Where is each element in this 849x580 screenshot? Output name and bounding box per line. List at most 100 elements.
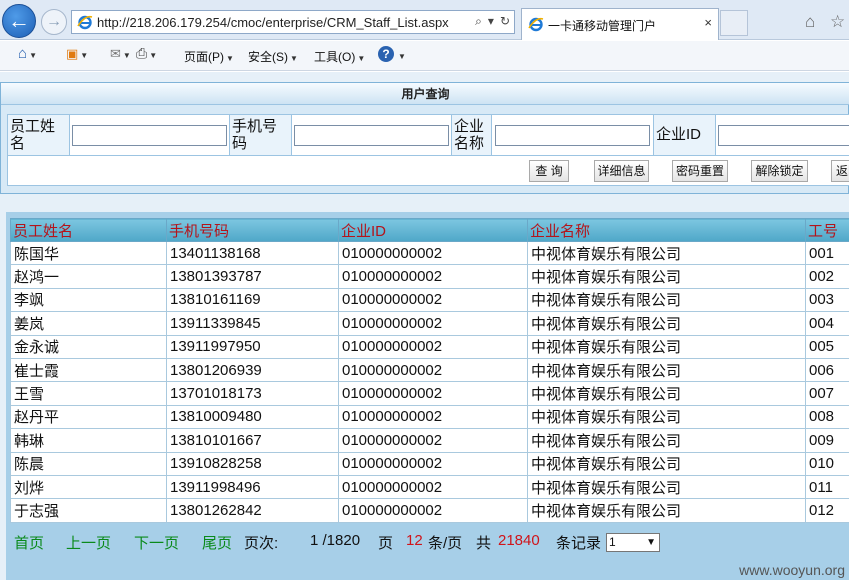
table-cell: 002 bbox=[805, 264, 849, 289]
table-cell: 011 bbox=[805, 474, 849, 500]
prev-page-link[interactable]: 上一页 bbox=[66, 532, 111, 553]
company-name-cell bbox=[492, 115, 654, 155]
unlock-button[interactable]: 解除锁定 bbox=[751, 160, 808, 182]
table-row[interactable]: 于志强 13801262842 010000000002 中视体育娱乐有限公司 012 bbox=[10, 498, 849, 523]
phone-cell bbox=[292, 115, 452, 155]
table-row[interactable]: 陈晨 13910828258 010000000002 中视体育娱乐有限公司 010 bbox=[10, 451, 849, 476]
column-header[interactable]: 企业ID bbox=[338, 218, 528, 242]
print-icon[interactable]: ⎙ ▼ bbox=[136, 45, 157, 62]
home-icon[interactable]: ⌂ ▼ bbox=[18, 45, 37, 62]
table-cell: 13801206939 bbox=[166, 357, 339, 383]
table-cell: 13801262842 bbox=[166, 498, 339, 523]
staff-grid-panel: 员工姓名 手机号码 企业ID 企业名称 工号 陈国华 13401138168 010… bbox=[6, 212, 849, 580]
column-header[interactable]: 手机号码 bbox=[166, 218, 339, 242]
table-cell: 13810009480 bbox=[166, 404, 339, 430]
next-page-link[interactable]: 下一页 bbox=[134, 532, 179, 553]
table-row[interactable]: 姜岚 13911339845 010000000002 中视体育娱乐有限公司 004 bbox=[10, 311, 849, 336]
table-cell: 007 bbox=[805, 381, 849, 406]
table-cell: 韩琳 bbox=[10, 428, 167, 453]
table-cell: 010 bbox=[805, 451, 849, 476]
table-cell: 13910828258 bbox=[166, 451, 339, 476]
employee-name-cell bbox=[70, 115, 230, 155]
search-icon[interactable]: ⌕ bbox=[475, 14, 482, 29]
per-page-count: 12 bbox=[406, 532, 423, 549]
table-cell: 006 bbox=[805, 357, 849, 383]
company-id-cell bbox=[716, 115, 849, 155]
page-menu[interactable]: 页面(P) ▼ bbox=[184, 48, 234, 65]
ie-logo-icon bbox=[77, 15, 93, 30]
home-icon[interactable]: ⌂ bbox=[805, 12, 815, 32]
company-id-input[interactable] bbox=[718, 125, 849, 146]
page-label: 页次: bbox=[244, 535, 279, 552]
table-cell: 010000000002 bbox=[338, 240, 528, 266]
total-label: 共 bbox=[476, 535, 492, 552]
table-cell: 中视体育娱乐有限公司 bbox=[527, 334, 806, 359]
table-cell: 005 bbox=[805, 334, 849, 359]
table-cell: 刘烨 bbox=[10, 474, 167, 500]
details-button[interactable]: 详细信息 bbox=[594, 160, 649, 182]
table-cell: 中视体育娱乐有限公司 bbox=[527, 240, 806, 266]
per-page-unit: 条/页 bbox=[428, 535, 463, 552]
column-header[interactable]: 工号 bbox=[805, 218, 849, 242]
table-row[interactable]: 刘烨 13911998496 010000000002 中视体育娱乐有限公司 011 bbox=[10, 474, 849, 500]
close-icon[interactable]: × bbox=[704, 15, 712, 30]
company-name-input[interactable] bbox=[495, 125, 650, 146]
back-arrow-icon: ← bbox=[8, 8, 30, 33]
table-cell: 010000000002 bbox=[338, 264, 528, 289]
table-cell: 中视体育娱乐有限公司 bbox=[527, 381, 806, 406]
table-row[interactable]: 李飒 13810161169 010000000002 中视体育娱乐有限公司 003 bbox=[10, 287, 849, 313]
refresh-icon[interactable]: ↻ bbox=[500, 14, 510, 29]
back-button[interactable]: ← bbox=[2, 4, 36, 38]
dropdown-icon[interactable]: ▾ bbox=[488, 14, 494, 29]
table-cell: 13911339845 bbox=[166, 311, 339, 336]
table-cell: 010000000002 bbox=[338, 311, 528, 336]
employee-name-input[interactable] bbox=[72, 125, 227, 146]
query-row: 员工姓名 手机号码 企业名称 企业ID bbox=[7, 114, 849, 156]
table-cell: 004 bbox=[805, 311, 849, 336]
page-select[interactable]: 1 ▼ bbox=[606, 533, 660, 552]
page-content: 用户查询 员工姓名 手机号码 企业名称 企业ID 查 询 详细信息 密码重置 解… bbox=[0, 72, 849, 580]
favorites-star-icon[interactable]: ☆ bbox=[830, 12, 845, 32]
phone-input[interactable] bbox=[294, 125, 449, 146]
help-dropdown[interactable]: ▼ bbox=[396, 48, 406, 62]
table-row[interactable]: 陈国华 13401138168 010000000002 中视体育娱乐有限公司 001 bbox=[10, 240, 849, 266]
page-info: 1 /1820 bbox=[310, 532, 361, 549]
browser-tab-active[interactable]: 一卡通移动管理门户 × bbox=[521, 8, 719, 40]
mail-icon[interactable]: ✉ ▼ bbox=[110, 46, 131, 62]
table-row[interactable]: 崔士霞 13801206939 010000000002 中视体育娱乐有限公司 006 bbox=[10, 357, 849, 383]
table-cell: 中视体育娱乐有限公司 bbox=[527, 311, 806, 336]
ie-logo-icon bbox=[528, 17, 544, 32]
address-bar[interactable]: http://218.206.179.254/cmoc/enterprise/C… bbox=[71, 10, 515, 34]
tools-menu[interactable]: 工具(O) ▼ bbox=[314, 48, 365, 65]
browser-titlebar: ← → http://218.206.179.254/cmoc/enterpri… bbox=[0, 0, 849, 40]
rss-feeds-icon[interactable]: ▣ ▼ bbox=[66, 46, 88, 62]
table-cell: 中视体育娱乐有限公司 bbox=[527, 404, 806, 430]
forward-button[interactable]: → bbox=[41, 9, 67, 35]
reset-password-button[interactable]: 密码重置 bbox=[672, 160, 728, 182]
url-text[interactable]: http://218.206.179.254/cmoc/enterprise/C… bbox=[97, 15, 449, 30]
table-row[interactable]: 韩琳 13810101667 010000000002 中视体育娱乐有限公司 009 bbox=[10, 428, 849, 453]
safety-menu[interactable]: 安全(S) ▼ bbox=[248, 48, 298, 65]
table-cell: 010000000002 bbox=[338, 381, 528, 406]
back-button[interactable]: 返回 bbox=[831, 160, 849, 182]
table-cell: 010000000002 bbox=[338, 428, 528, 453]
chevron-down-icon: ▼ bbox=[646, 537, 656, 548]
column-header[interactable]: 员工姓名 bbox=[10, 218, 167, 242]
first-page-link[interactable]: 首页 bbox=[14, 532, 44, 553]
last-page-link[interactable]: 尾页 bbox=[202, 532, 232, 553]
table-row[interactable]: 赵丹平 13810009480 010000000002 中视体育娱乐有限公司 008 bbox=[10, 404, 849, 430]
column-header[interactable]: 企业名称 bbox=[527, 218, 806, 242]
table-cell: 009 bbox=[805, 428, 849, 453]
table-cell: 010000000002 bbox=[338, 287, 528, 313]
table-row[interactable]: 王雪 13701018173 010000000002 中视体育娱乐有限公司 007 bbox=[10, 381, 849, 406]
pager: 首页 上一页 下一页 尾页 页次: 1 /1820 页 12 条/页 共 218… bbox=[10, 530, 849, 556]
table-row[interactable]: 赵鸿一 13801393787 010000000002 中视体育娱乐有限公司 002 bbox=[10, 264, 849, 289]
new-tab-button[interactable] bbox=[720, 10, 748, 36]
search-button[interactable]: 查 询 bbox=[529, 160, 569, 182]
table-cell: 13810161169 bbox=[166, 287, 339, 313]
table-row[interactable]: 金永诚 13911997950 010000000002 中视体育娱乐有限公司 005 bbox=[10, 334, 849, 359]
help-icon[interactable]: ? bbox=[378, 46, 394, 62]
table-cell: 于志强 bbox=[10, 498, 167, 523]
phone-label: 手机号码 bbox=[230, 115, 292, 155]
company-id-label: 企业ID bbox=[654, 115, 716, 155]
